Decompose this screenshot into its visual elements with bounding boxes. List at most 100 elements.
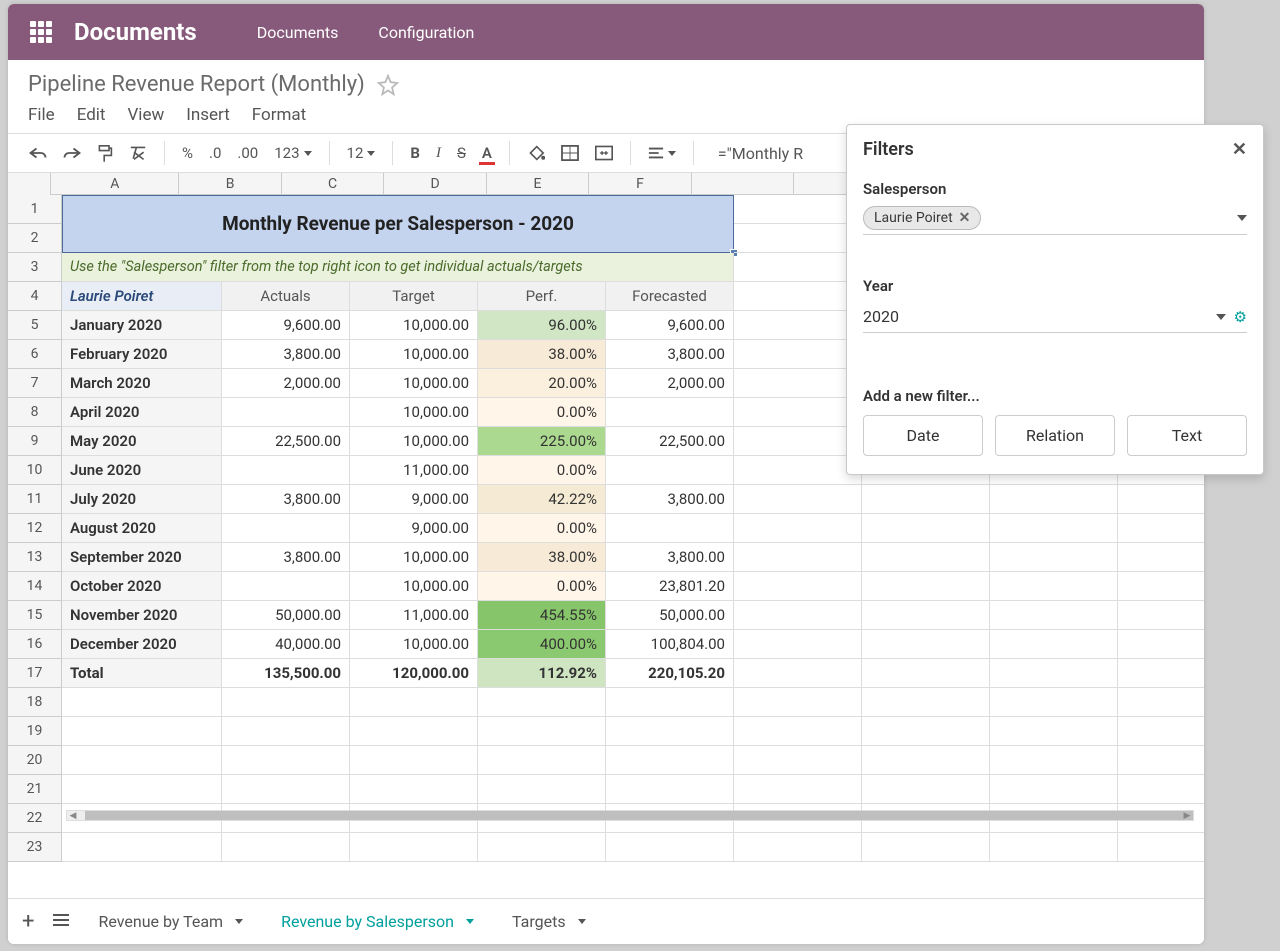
cell[interactable] [862,775,990,804]
actuals-cell[interactable] [222,572,350,601]
cell[interactable] [734,514,862,543]
salesperson-chip[interactable]: Laurie Poiret ✕ [863,206,981,230]
forecasted-cell[interactable]: 22,500.00 [606,427,734,456]
row-header[interactable]: 14 [8,572,62,601]
close-icon[interactable]: ✕ [1232,139,1247,160]
perf-cell[interactable]: 454.55% [478,601,606,630]
month-cell[interactable]: January 2020 [62,311,222,340]
total-target-cell[interactable]: 120,000.00 [350,659,478,688]
row-header[interactable]: 18 [8,688,62,717]
cell[interactable] [734,485,862,514]
header-cell[interactable]: Target [350,282,478,311]
cell[interactable] [862,833,990,862]
cell[interactable] [990,630,1118,659]
month-cell[interactable]: July 2020 [62,485,222,514]
cell[interactable] [1118,833,1204,862]
select-all-corner[interactable] [8,173,51,195]
cell[interactable] [990,514,1118,543]
perf-cell[interactable]: 38.00% [478,543,606,572]
cell[interactable] [734,195,862,224]
row-header[interactable]: 23 [8,833,62,862]
actuals-cell[interactable]: 3,800.00 [222,543,350,572]
month-cell[interactable]: September 2020 [62,543,222,572]
row-header[interactable]: 19 [8,717,62,746]
cell[interactable] [1118,514,1204,543]
forecasted-cell[interactable]: 9,600.00 [606,311,734,340]
cell[interactable] [734,717,862,746]
forecasted-cell[interactable]: 23,801.20 [606,572,734,601]
cell[interactable] [350,688,478,717]
col-header-B[interactable]: B [179,173,281,194]
month-cell[interactable]: June 2020 [62,456,222,485]
horizontal-scrollbar[interactable]: ◀▶ [66,810,1194,821]
cell[interactable] [478,746,606,775]
perf-cell[interactable]: 400.00% [478,630,606,659]
cell[interactable] [862,572,990,601]
cell[interactable] [734,543,862,572]
row-header[interactable]: 13 [8,543,62,572]
cell[interactable] [734,398,862,427]
cell[interactable] [62,717,222,746]
cell[interactable] [478,833,606,862]
menu-file[interactable]: File [28,105,55,125]
cell[interactable] [1118,775,1204,804]
target-cell[interactable]: 10,000.00 [350,398,478,427]
cell[interactable] [222,717,350,746]
cell[interactable] [862,630,990,659]
row-header[interactable]: 4 [8,282,62,311]
row-header[interactable]: 22 [8,804,62,833]
redo-button[interactable] [60,143,84,163]
month-cell[interactable]: November 2020 [62,601,222,630]
year-filter-input[interactable]: 2020 ⚙ [863,303,1247,333]
strike-button[interactable]: S [454,142,469,164]
target-cell[interactable]: 10,000.00 [350,340,478,369]
row-header[interactable]: 11 [8,485,62,514]
cell[interactable] [350,746,478,775]
perf-cell[interactable]: 42.22% [478,485,606,514]
perf-cell[interactable]: 0.00% [478,572,606,601]
perf-cell[interactable]: 38.00% [478,340,606,369]
col-header-D[interactable]: D [384,173,486,194]
cell[interactable] [1118,485,1204,514]
perf-cell[interactable]: 0.00% [478,398,606,427]
number-format-dropdown[interactable]: 123 [271,142,314,164]
cell[interactable] [734,224,862,253]
cell[interactable] [862,514,990,543]
cell[interactable] [1118,543,1204,572]
perf-cell[interactable]: 225.00% [478,427,606,456]
cell[interactable] [734,688,862,717]
align-dropdown[interactable] [645,144,679,162]
perf-cell[interactable]: 0.00% [478,514,606,543]
cell[interactable] [606,688,734,717]
actuals-cell[interactable]: 3,800.00 [222,340,350,369]
target-cell[interactable]: 10,000.00 [350,630,478,659]
cell[interactable] [478,688,606,717]
fill-color-button[interactable] [524,143,548,163]
cell[interactable] [1118,601,1204,630]
cell[interactable] [62,833,222,862]
forecasted-cell[interactable] [606,398,734,427]
forecasted-cell[interactable] [606,456,734,485]
row-header[interactable]: 10 [8,456,62,485]
hint-cell[interactable]: Use the "Salesperson" filter from the to… [62,253,734,282]
cell[interactable] [990,485,1118,514]
cell[interactable] [862,688,990,717]
month-cell[interactable]: October 2020 [62,572,222,601]
cell[interactable] [734,253,862,282]
actuals-cell[interactable]: 40,000.00 [222,630,350,659]
actuals-cell[interactable]: 2,000.00 [222,369,350,398]
actuals-cell[interactable]: 3,800.00 [222,485,350,514]
target-cell[interactable]: 9,000.00 [350,514,478,543]
bold-button[interactable]: B [407,142,423,164]
cell[interactable] [862,659,990,688]
row-header[interactable]: 5 [8,311,62,340]
nav-documents[interactable]: Documents [257,23,339,42]
total-label-cell[interactable]: Total [62,659,222,688]
cell[interactable] [734,369,862,398]
perf-cell[interactable]: 20.00% [478,369,606,398]
cell[interactable] [734,456,862,485]
sheet-tab-revenue-by-team[interactable]: Revenue by Team [88,906,253,937]
cell[interactable] [734,833,862,862]
row-header[interactable]: 16 [8,630,62,659]
cell[interactable] [990,717,1118,746]
